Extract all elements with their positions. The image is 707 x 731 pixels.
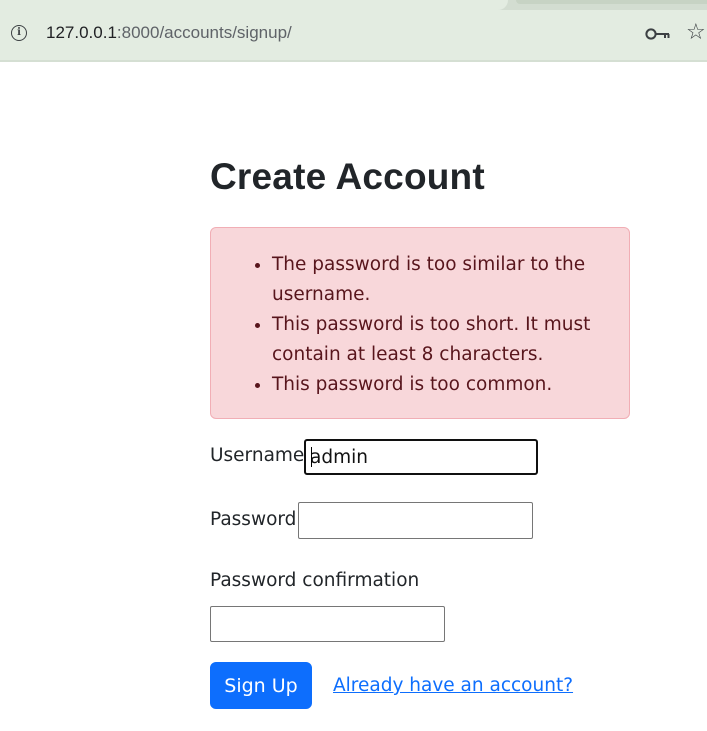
sign-up-button[interactable]: Sign Up <box>210 662 312 709</box>
page-title: Create Account <box>210 156 485 197</box>
address-bar[interactable]: i 127.0.0.1:8000/accounts/signup/ ☆ <box>0 12 707 56</box>
url-host: 127.0.0.1 <box>46 23 117 42</box>
star-icon[interactable]: ☆ <box>686 22 706 44</box>
password-confirmation-input[interactable] <box>210 606 445 642</box>
login-link[interactable]: Already have an account? <box>333 675 573 696</box>
text-caret <box>311 447 312 467</box>
password-label: Password <box>210 509 297 530</box>
inactive-tab[interactable] <box>516 0 707 4</box>
password-confirmation-label: Password confirmation <box>210 570 420 591</box>
signup-container: Create Account The password is too simil… <box>210 150 630 709</box>
password-input[interactable] <box>298 502 533 539</box>
tab-strip <box>0 0 707 10</box>
info-icon[interactable]: i <box>11 25 27 41</box>
url-text[interactable]: 127.0.0.1:8000/accounts/signup/ <box>46 23 292 43</box>
browser-toolbar: i 127.0.0.1:8000/accounts/signup/ ☆ <box>0 0 707 62</box>
active-tab[interactable] <box>0 0 508 10</box>
url-path: :8000/accounts/signup/ <box>116 23 292 42</box>
username-label: Username <box>210 445 305 466</box>
username-input[interactable] <box>304 439 538 475</box>
error-item: This password is too short. It must cont… <box>272 310 605 370</box>
error-item: The password is too similar to the usern… <box>272 250 605 310</box>
error-list: The password is too similar to the usern… <box>211 228 629 400</box>
error-item: This password is too common. <box>272 370 605 400</box>
key-icon[interactable] <box>645 26 671 42</box>
error-alert: The password is too similar to the usern… <box>210 227 630 419</box>
